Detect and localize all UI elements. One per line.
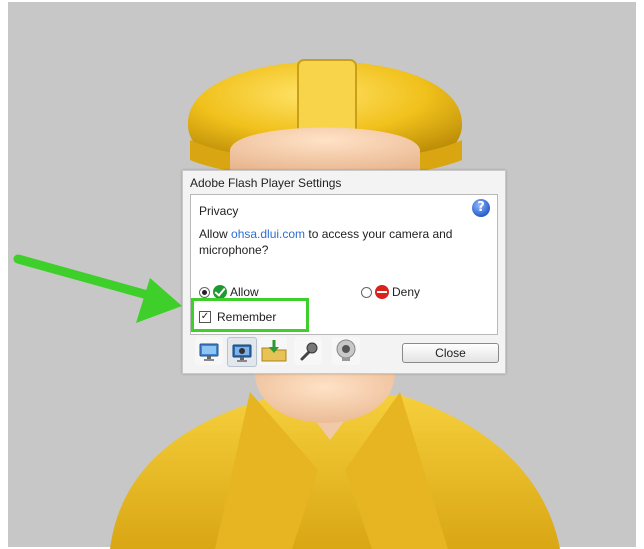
site-link[interactable]: ohsa.dlui.com <box>231 227 305 241</box>
monitor-icon <box>199 343 219 361</box>
screenshot: Adobe Flash Player Settings Privacy ? Al… <box>0 0 644 549</box>
deny-label: Deny <box>392 285 421 299</box>
deny-radio[interactable]: Deny <box>361 285 420 299</box>
section-title: Privacy <box>199 204 239 218</box>
remember-label: Remember <box>217 310 277 324</box>
privacy-settings-tab[interactable] <box>227 337 257 367</box>
dialog-title: Adobe Flash Player Settings <box>190 176 342 190</box>
message-prefix: Allow <box>199 227 232 241</box>
deny-icon <box>375 285 389 299</box>
check-icon <box>213 285 227 299</box>
microphone-settings-tab[interactable] <box>294 337 322 365</box>
remember-checkbox[interactable]: ✓ <box>199 311 211 323</box>
camera-settings-tab[interactable] <box>332 337 360 365</box>
permission-message: Allow ohsa.dlui.com to access your camer… <box>199 226 469 258</box>
display-settings-tab[interactable] <box>195 337 223 365</box>
settings-tabs <box>195 337 395 367</box>
help-icon[interactable]: ? <box>472 199 490 217</box>
folder-download-icon <box>261 340 287 362</box>
allow-radio[interactable]: Allow <box>199 285 259 299</box>
monitor-camera-icon <box>232 344 252 362</box>
storage-settings-tab[interactable] <box>259 337 287 365</box>
allow-radio-button[interactable] <box>199 286 210 298</box>
flash-settings-dialog: Adobe Flash Player Settings Privacy ? Al… <box>182 170 506 374</box>
privacy-panel: Privacy ? Allow ohsa.dlui.com to access … <box>190 194 498 335</box>
microphone-icon <box>300 342 318 361</box>
close-button[interactable]: Close <box>402 343 499 363</box>
remember-checkbox-row[interactable]: ✓ Remember <box>199 310 276 324</box>
allow-label: Allow <box>230 285 259 299</box>
webcam-icon <box>336 339 356 361</box>
deny-radio-button[interactable] <box>361 286 372 298</box>
